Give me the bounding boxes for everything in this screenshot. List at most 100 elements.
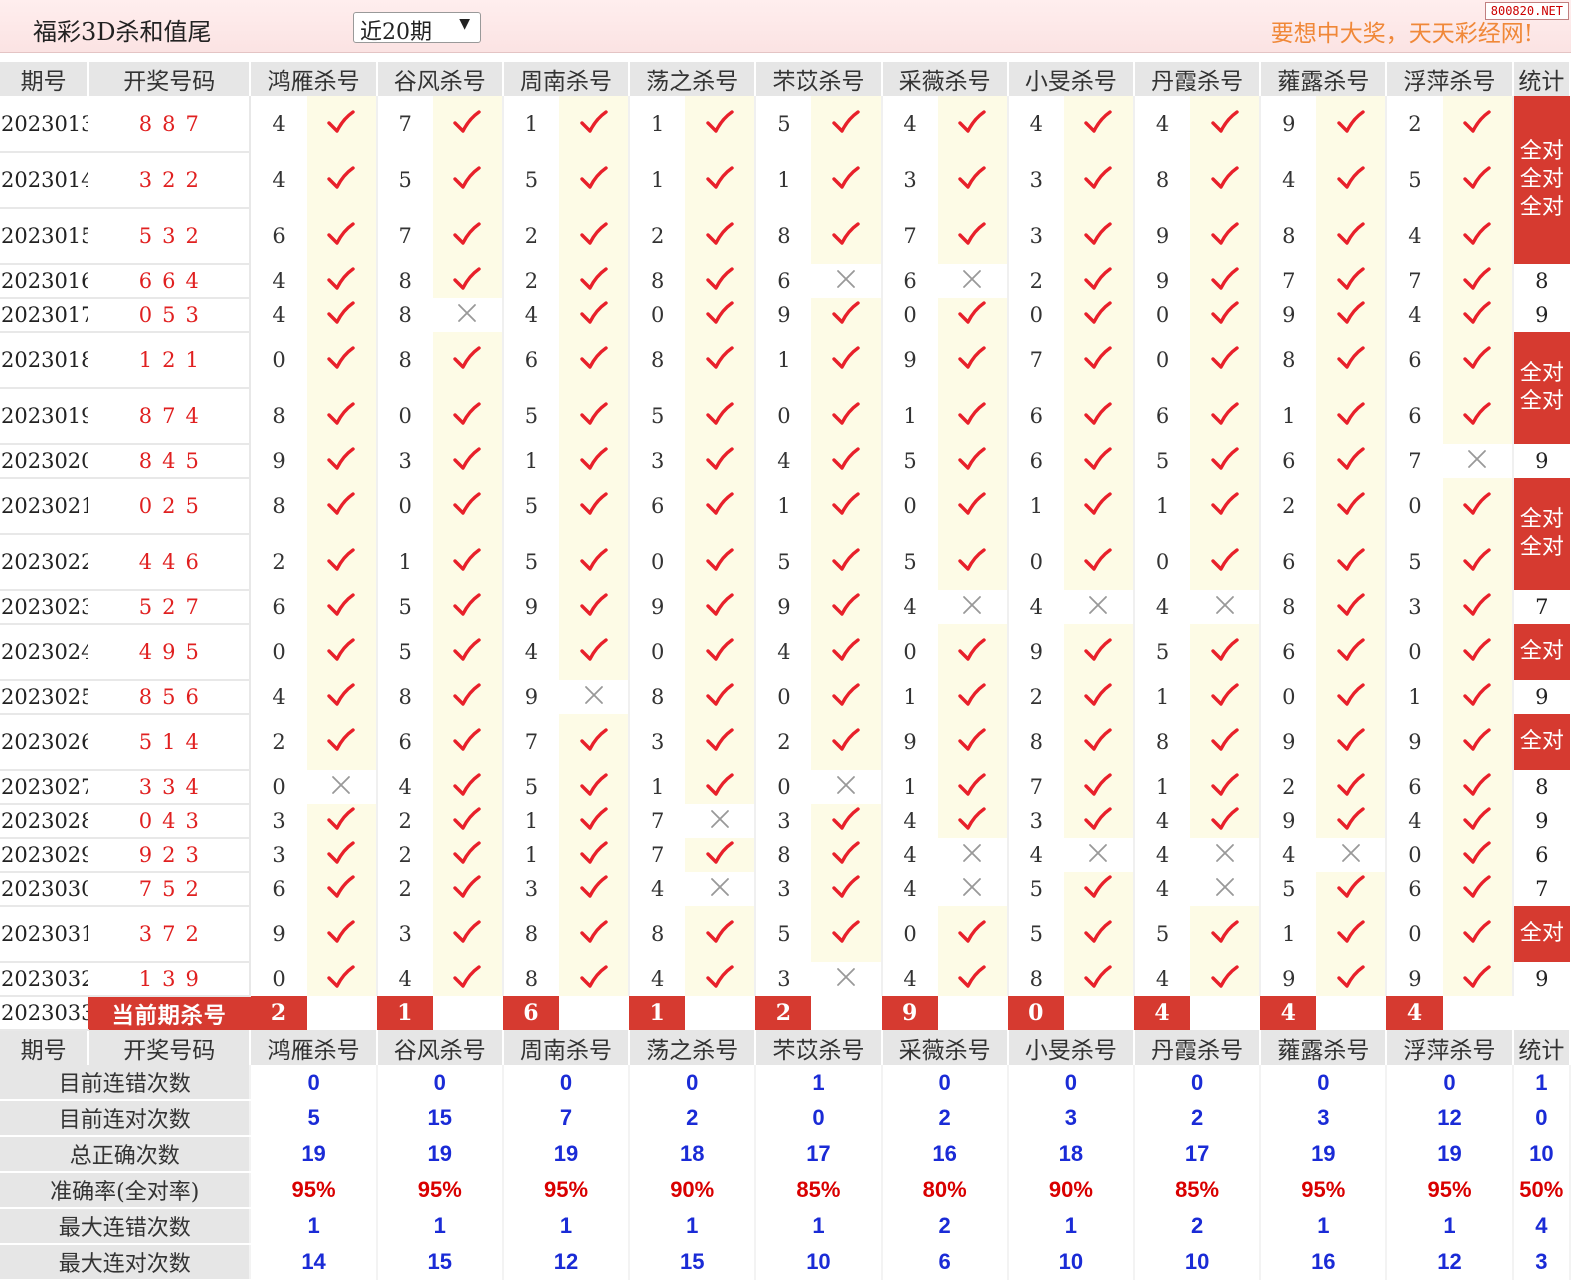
kill-number-cell: 9 <box>1260 962 1317 996</box>
hit-mark-cell <box>1442 872 1514 906</box>
hit-mark-cell <box>306 804 378 838</box>
kill-number-cell: 8 <box>629 680 686 714</box>
stat-all-correct-badge: 全对 全对 全对 <box>1512 96 1570 264</box>
kill-number-cell: 0 <box>376 388 433 444</box>
kill-number-cell: 5 <box>1386 534 1443 590</box>
check-icon <box>1210 166 1239 189</box>
kill-number-cell: 4 <box>881 872 938 906</box>
miss-mark-cell <box>811 770 883 804</box>
check-icon <box>453 492 482 515</box>
col-header-stat: 统计 <box>1512 1030 1571 1065</box>
summary-value: 0 <box>1133 1065 1262 1100</box>
kill-number-cell: 0 <box>755 770 812 804</box>
current-kill-number: 1 <box>376 996 433 1030</box>
hit-mark-cell <box>1190 906 1262 962</box>
hit-mark-cell <box>558 590 631 624</box>
check-icon <box>1337 683 1365 706</box>
draw-number-cell: 664 <box>88 264 252 299</box>
current-blank <box>685 996 756 1030</box>
hit-mark-cell <box>306 478 378 534</box>
stat-all-correct-badge: 全对 全对 <box>1512 478 1570 590</box>
check-icon <box>706 593 734 616</box>
summary-value: 3 <box>1512 1244 1571 1280</box>
hit-mark-cell <box>685 680 757 714</box>
kill-number-cell: 9 <box>755 298 812 332</box>
check-icon <box>1210 728 1239 751</box>
check-icon <box>1463 346 1491 369</box>
check-icon <box>579 301 608 324</box>
hit-mark-cell <box>1316 264 1388 298</box>
hit-mark-cell <box>811 152 883 208</box>
period-cell: 2023021 <box>0 478 89 535</box>
kill-number-cell: 9 <box>250 906 307 962</box>
kill-number-cell: 0 <box>250 770 307 804</box>
kill-number-cell: 2 <box>755 714 812 770</box>
cross-icon <box>963 878 982 896</box>
kill-number-cell: 5 <box>1260 872 1317 906</box>
hit-mark-cell <box>685 388 757 444</box>
hit-mark-cell <box>937 962 1009 996</box>
kill-number-cell: 0 <box>755 388 812 444</box>
check-icon <box>1084 346 1113 369</box>
check-icon <box>1084 875 1113 898</box>
miss-mark-cell <box>558 680 631 714</box>
kill-number-cell: 9 <box>1386 714 1443 770</box>
current-stat-blank <box>1512 996 1570 1030</box>
table-row: 2023017 053 4 8 4 0 9 0 0 0 9 4 9 <box>0 298 1570 333</box>
period-range-select[interactable]: 近20期 ▼ <box>353 12 481 45</box>
check-icon <box>453 875 482 898</box>
check-icon <box>958 807 986 830</box>
stat-cell: 7 <box>1512 590 1570 624</box>
kill-number-cell: 0 <box>629 534 686 590</box>
kill-number-cell: 6 <box>755 264 812 298</box>
draw-number-cell: 923 <box>88 838 252 873</box>
hit-mark-cell <box>811 872 883 906</box>
check-icon <box>579 110 608 133</box>
check-icon <box>453 593 482 616</box>
cross-icon <box>837 968 855 986</box>
check-icon <box>832 346 860 369</box>
check-icon <box>1463 773 1491 796</box>
kill-number-cell: 4 <box>376 770 433 804</box>
draw-number-cell: 334 <box>88 770 252 805</box>
hit-mark-cell <box>1442 264 1514 298</box>
kill-number-cell: 5 <box>502 478 559 534</box>
check-icon <box>1337 402 1365 425</box>
stat-cell: 9 <box>1512 804 1570 838</box>
period-cell: 2023024 <box>0 624 89 681</box>
hit-mark-cell <box>685 208 757 264</box>
hit-mark-cell <box>558 624 631 680</box>
kill-number-cell: 4 <box>881 962 938 996</box>
stat-label: 全对 <box>1519 195 1564 220</box>
kill-number-cell: 4 <box>755 444 812 478</box>
kill-number-cell: 7 <box>502 714 559 770</box>
kill-number-cell: 5 <box>502 770 559 804</box>
check-icon <box>579 222 608 245</box>
hit-mark-cell <box>306 624 378 680</box>
summary-value: 0 <box>502 1065 631 1100</box>
summary-value: 14 <box>250 1244 378 1280</box>
current-period-row: 2023033 当前期杀号 2 1 6 1 2 9 0 4 4 4 <box>0 996 1570 1031</box>
col-header-expert: 采薇杀号 <box>881 1030 1009 1065</box>
hit-mark-cell <box>1190 624 1262 680</box>
kill-number-cell: 5 <box>1007 906 1064 962</box>
hit-mark-cell <box>1063 478 1135 534</box>
hit-mark-cell <box>1063 444 1135 478</box>
summary-label: 目前连对次数 <box>0 1100 252 1137</box>
current-kill-number: 2 <box>755 996 812 1030</box>
dropdown-arrow-icon: ▼ <box>459 16 470 32</box>
kill-number-cell: 4 <box>629 962 686 996</box>
check-icon <box>1463 166 1491 189</box>
summary-value: 3 <box>1260 1100 1388 1136</box>
summary-value: 19 <box>1386 1136 1514 1172</box>
check-icon <box>1463 841 1491 864</box>
miss-mark-cell <box>937 264 1009 298</box>
check-icon <box>706 301 734 324</box>
check-icon <box>1210 920 1239 943</box>
hit-mark-cell <box>432 624 504 680</box>
kill-number-cell: 5 <box>1133 906 1191 962</box>
kill-number-cell: 1 <box>1260 388 1317 444</box>
hit-mark-cell <box>937 624 1009 680</box>
hit-mark-cell <box>937 208 1009 264</box>
miss-mark-cell <box>811 962 883 996</box>
